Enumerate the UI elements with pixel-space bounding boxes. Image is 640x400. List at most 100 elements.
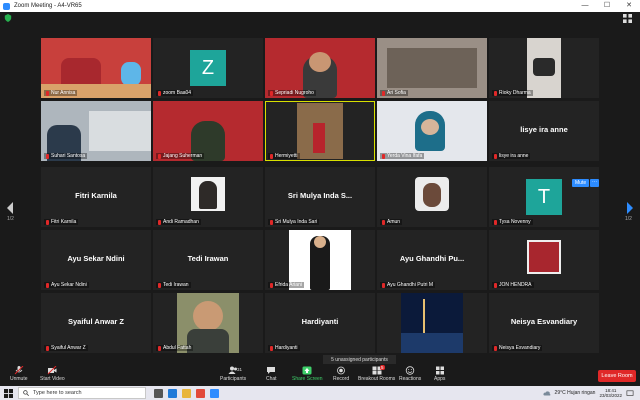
video-tile[interactable]: Yerda Vina Ifafa xyxy=(377,101,487,161)
video-tile-active-speaker[interactable]: Hermiyetti xyxy=(265,101,375,161)
weather-cloud-icon xyxy=(542,390,550,395)
participant-display-name: Tedi Irawan xyxy=(187,254,229,263)
mute-participant-button[interactable]: Mute xyxy=(572,179,590,187)
video-tile[interactable]: Neisya Esvandiary Neisya Esvandiary xyxy=(489,293,599,353)
muted-mic-icon xyxy=(270,345,273,351)
task-view-icon[interactable] xyxy=(154,388,163,398)
muted-mic-icon xyxy=(158,219,161,225)
muted-mic-icon xyxy=(46,282,49,288)
chrome-browser-icon[interactable] xyxy=(196,388,205,398)
meeting-area: 1/2 1/2 Nur Annisa Z zoom Baa04 Sepriadi… xyxy=(0,12,640,366)
muted-mic-icon xyxy=(494,345,497,351)
video-tile[interactable]: Efrida Ariani xyxy=(265,230,375,290)
participant-name: Syaiful Anwar Z xyxy=(44,345,88,351)
avatar: Z xyxy=(190,50,226,86)
windows-taskbar: Type here to search 29°C Hujan ringan 18… xyxy=(0,386,640,400)
participant-display-name: Neisya Esvandiary xyxy=(510,317,578,326)
participant-name: Nur Annisa xyxy=(44,90,78,96)
apps-button[interactable]: Apps xyxy=(434,366,445,382)
video-tile[interactable]: JON HENDRA xyxy=(489,230,599,290)
participants-button[interactable]: Participants xyxy=(220,366,246,382)
participant-name: Rioky Dharma xyxy=(492,90,533,96)
participant-display-name: Fitri Karnila xyxy=(75,191,117,200)
video-tile[interactable]: Z zoom Baa04 xyxy=(153,38,263,98)
video-tile[interactable]: lisye ira anne lisye ira anne xyxy=(489,101,599,161)
unmute-button[interactable]: Unmute xyxy=(10,366,28,382)
windows-start-icon[interactable] xyxy=(4,388,13,398)
edge-browser-icon[interactable] xyxy=(168,388,177,398)
video-tile[interactable]: Andi Ramadhan xyxy=(153,167,263,227)
breakout-rooms-button[interactable]: Breakout Rooms xyxy=(358,366,395,382)
video-tile[interactable]: Amun xyxy=(377,167,487,227)
participant-display-name: Ayu Ghandhi Pu... xyxy=(399,254,465,263)
close-button[interactable]: ✕ xyxy=(618,0,640,12)
muted-mic-icon xyxy=(382,282,385,288)
muted-mic-icon xyxy=(270,153,273,159)
video-tile[interactable]: Jajang Suherman xyxy=(153,101,263,161)
minimize-button[interactable]: — xyxy=(574,0,596,12)
shield-icon[interactable] xyxy=(4,14,12,22)
participant-name: lisye ira anne xyxy=(492,153,531,159)
video-tile[interactable]: Tedi Irawan Tedi Irawan xyxy=(153,230,263,290)
weather-readout[interactable]: 29°C Hujan ringan xyxy=(555,390,596,396)
prev-page-icon[interactable] xyxy=(6,202,14,214)
muted-mic-icon xyxy=(46,153,49,159)
record-icon xyxy=(337,366,345,375)
gallery-view-icon[interactable] xyxy=(623,14,632,23)
video-tile[interactable]: Hardiyanti Hardiyanti xyxy=(265,293,375,353)
muted-mic-icon xyxy=(46,219,49,225)
participant-name: Ayu Ghandhi Putri M xyxy=(380,282,436,288)
search-icon xyxy=(23,390,29,396)
participant-name: Ari Sofia xyxy=(380,90,408,96)
breakout-rooms-count: 5 xyxy=(380,365,385,370)
video-tile[interactable]: Sri Mulya Inda S... Sri Mulya Inda Sari xyxy=(265,167,375,227)
apps-icon xyxy=(435,366,444,375)
participant-display-name: Syaiful Anwar Z xyxy=(68,317,124,326)
next-page-icon[interactable] xyxy=(626,202,634,214)
video-tile[interactable]: Rioky Dharma xyxy=(489,38,599,98)
participant-name: Neisya Esvandiary xyxy=(492,345,543,351)
muted-mic-icon xyxy=(158,153,161,159)
taskbar-search-box[interactable]: Type here to search xyxy=(18,387,146,399)
participant-name: Hardiyanti xyxy=(268,345,300,351)
leave-room-button[interactable]: Leave Room xyxy=(598,370,636,382)
video-tile[interactable]: Sepriadi Nugroho xyxy=(265,38,375,98)
record-button[interactable]: Record xyxy=(333,366,349,382)
muted-mic-icon xyxy=(382,90,385,96)
start-video-button[interactable]: Start Video xyxy=(40,366,65,382)
notifications-icon[interactable] xyxy=(626,389,634,397)
video-tile[interactable]: Suhari Santosa xyxy=(41,101,151,161)
participant-display-name: Sri Mulya Inda S... xyxy=(287,191,353,200)
participant-name: Amun xyxy=(380,219,403,225)
page-indicator-left: 1/2 xyxy=(7,216,14,222)
video-tile[interactable]: T Tysa Novenny xyxy=(489,167,599,227)
video-tile[interactable]: Ayu Sekar Ndini Ayu Sekar Ndini xyxy=(41,230,151,290)
video-tile[interactable]: Fitri Karnila Fitri Karnila xyxy=(41,167,151,227)
muted-mic-icon xyxy=(158,282,161,288)
zoom-app-icon[interactable] xyxy=(210,388,219,398)
muted-mic-icon xyxy=(46,90,49,96)
video-tile[interactable] xyxy=(377,293,487,353)
muted-mic-icon xyxy=(270,90,273,96)
participant-name: Hermiyetti xyxy=(268,153,300,159)
muted-mic-icon xyxy=(494,219,497,225)
muted-mic-icon xyxy=(158,90,161,96)
meeting-toolbar: Unmute Start Video Participants 31 Chat … xyxy=(0,364,640,386)
participant-name: zoom Baa04 xyxy=(156,90,194,96)
video-tile[interactable]: Abdul Fattah xyxy=(153,293,263,353)
video-tile[interactable]: Ari Sofia xyxy=(377,38,487,98)
participants-count: 31 xyxy=(237,367,243,372)
share-screen-button[interactable]: Share Screen xyxy=(292,366,323,382)
more-options-button[interactable]: ··· xyxy=(590,179,599,187)
maximize-button[interactable]: ☐ xyxy=(596,0,618,12)
share-screen-icon xyxy=(302,366,312,375)
system-clock[interactable]: 18:41 23/03/2022 xyxy=(599,388,622,399)
chat-button[interactable]: Chat xyxy=(266,366,277,382)
window-title: Zoom Meeting - A4-VR65 xyxy=(14,3,82,9)
video-tile[interactable]: Nur Annisa xyxy=(41,38,151,98)
file-explorer-icon[interactable] xyxy=(182,388,191,398)
video-tile[interactable]: Ayu Ghandhi Pu... Ayu Ghandhi Putri M xyxy=(377,230,487,290)
reactions-button[interactable]: Reactions xyxy=(399,366,421,382)
video-tile[interactable]: Syaiful Anwar Z Syaiful Anwar Z xyxy=(41,293,151,353)
smiley-icon xyxy=(405,366,415,375)
